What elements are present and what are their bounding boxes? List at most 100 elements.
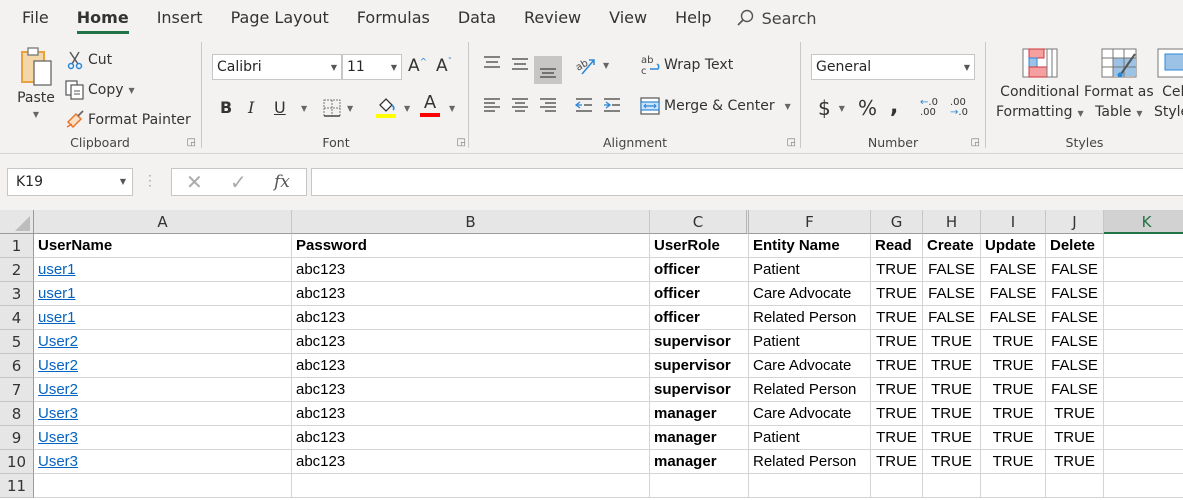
data-cell[interactable]: TRUE xyxy=(871,330,923,354)
header-cell[interactable]: UserRole xyxy=(650,234,749,258)
data-cell[interactable]: officer xyxy=(650,306,749,330)
fill-color-dropdown[interactable]: ▼ xyxy=(399,104,410,113)
font-color-dropdown[interactable]: ▼ xyxy=(444,104,455,113)
column-header-f[interactable]: F xyxy=(749,210,871,234)
data-cell[interactable]: TRUE xyxy=(871,258,923,282)
empty-cell[interactable] xyxy=(1104,402,1183,426)
tab-formulas[interactable]: Formulas xyxy=(343,0,444,36)
username-link-cell[interactable]: User2 xyxy=(34,354,292,378)
data-cell[interactable]: abc123 xyxy=(292,450,650,474)
data-cell[interactable]: FALSE xyxy=(923,282,981,306)
data-cell[interactable]: TRUE xyxy=(1046,402,1104,426)
tab-data[interactable]: Data xyxy=(444,0,510,36)
column-header-c[interactable]: C xyxy=(650,210,749,234)
fill-color-button[interactable] xyxy=(376,96,396,118)
row-header-2[interactable]: 2 xyxy=(0,258,34,282)
empty-cell[interactable] xyxy=(749,474,871,498)
decrease-font-size-button[interactable]: Aˇ xyxy=(436,56,452,76)
tab-help[interactable]: Help xyxy=(661,0,725,36)
data-cell[interactable]: abc123 xyxy=(292,402,650,426)
data-cell[interactable]: TRUE xyxy=(981,402,1046,426)
data-cell[interactable]: TRUE xyxy=(871,402,923,426)
data-cell[interactable]: FALSE xyxy=(1046,282,1104,306)
data-cell[interactable]: abc123 xyxy=(292,306,650,330)
data-cell[interactable]: FALSE xyxy=(1046,354,1104,378)
percent-style-button[interactable]: % xyxy=(858,96,877,120)
row-header-7[interactable]: 7 xyxy=(0,378,34,402)
empty-cell[interactable] xyxy=(1104,378,1183,402)
format-as-table-button[interactable]: Format as Table ▼ xyxy=(1084,48,1154,124)
empty-cell[interactable] xyxy=(292,474,650,498)
search-box[interactable]: Search xyxy=(736,9,817,28)
align-middle-button[interactable] xyxy=(510,54,530,72)
empty-cell[interactable] xyxy=(1104,282,1183,306)
column-header-b[interactable]: B xyxy=(292,210,650,234)
data-cell[interactable]: officer xyxy=(650,258,749,282)
data-cell[interactable]: Patient xyxy=(749,426,871,450)
data-cell[interactable]: Care Advocate xyxy=(749,282,871,306)
font-size-select[interactable]: 11 ▼ xyxy=(342,54,402,80)
empty-cell[interactable] xyxy=(1046,474,1104,498)
data-cell[interactable]: Patient xyxy=(749,258,871,282)
data-cell[interactable]: abc123 xyxy=(292,354,650,378)
merge-center-button[interactable]: Merge & Center ▼ xyxy=(640,96,791,116)
row-header-4[interactable]: 4 xyxy=(0,306,34,330)
header-cell[interactable]: Create xyxy=(923,234,981,258)
data-cell[interactable]: abc123 xyxy=(292,282,650,306)
tab-insert[interactable]: Insert xyxy=(143,0,217,36)
increase-font-size-button[interactable]: A^ xyxy=(408,56,427,76)
increase-indent-button[interactable] xyxy=(602,96,622,114)
tab-review[interactable]: Review xyxy=(510,0,595,36)
data-cell[interactable]: FALSE xyxy=(981,306,1046,330)
data-cell[interactable]: FALSE xyxy=(981,258,1046,282)
tab-home[interactable]: Home xyxy=(63,0,143,36)
select-all-button[interactable] xyxy=(0,210,34,234)
empty-cell[interactable] xyxy=(1104,330,1183,354)
data-cell[interactable]: abc123 xyxy=(292,378,650,402)
header-cell[interactable]: Read xyxy=(871,234,923,258)
username-link-cell[interactable]: User2 xyxy=(34,330,292,354)
header-cell[interactable]: Entity Name xyxy=(749,234,871,258)
decrease-decimal-button[interactable]: .00 →.0 xyxy=(950,98,968,118)
data-cell[interactable]: TRUE xyxy=(871,306,923,330)
data-cell[interactable]: Care Advocate xyxy=(749,402,871,426)
data-cell[interactable]: supervisor xyxy=(650,330,749,354)
format-painter-button[interactable]: Format Painter xyxy=(64,110,191,130)
increase-decimal-button[interactable]: ←.0.00 xyxy=(920,98,938,118)
data-cell[interactable]: TRUE xyxy=(923,426,981,450)
data-cell[interactable]: FALSE xyxy=(923,306,981,330)
empty-cell[interactable] xyxy=(650,474,749,498)
empty-cell[interactable] xyxy=(1104,450,1183,474)
align-right-button[interactable] xyxy=(538,96,558,114)
empty-cell[interactable] xyxy=(34,474,292,498)
borders-button[interactable]: ▼ xyxy=(322,98,353,118)
header-cell[interactable]: Password xyxy=(292,234,650,258)
data-cell[interactable]: TRUE xyxy=(981,426,1046,450)
align-top-button[interactable] xyxy=(482,54,502,72)
conditional-formatting-button[interactable]: Conditional Formatting ▼ xyxy=(996,48,1084,124)
align-center-button[interactable] xyxy=(510,96,530,114)
header-cell[interactable]: UserName xyxy=(34,234,292,258)
data-cell[interactable]: Related Person xyxy=(749,306,871,330)
data-cell[interactable]: Related Person xyxy=(749,378,871,402)
tab-page-layout[interactable]: Page Layout xyxy=(217,0,343,36)
username-link-cell[interactable]: user1 xyxy=(34,306,292,330)
empty-cell[interactable] xyxy=(981,474,1046,498)
insert-function-button[interactable]: fx xyxy=(274,172,290,192)
align-left-button[interactable] xyxy=(482,96,502,114)
cell-styles-button[interactable]: Cell Styles xyxy=(1154,48,1183,122)
decrease-indent-button[interactable] xyxy=(574,96,594,114)
column-header-a[interactable]: A xyxy=(34,210,292,234)
accounting-format-button[interactable]: $ ▼ xyxy=(818,96,845,120)
formula-input[interactable] xyxy=(311,168,1183,196)
column-header-i[interactable]: I xyxy=(981,210,1046,234)
data-cell[interactable]: abc123 xyxy=(292,330,650,354)
bold-button[interactable]: B xyxy=(220,98,232,117)
data-cell[interactable]: TRUE xyxy=(981,330,1046,354)
data-cell[interactable]: FALSE xyxy=(1046,306,1104,330)
cancel-icon[interactable]: ✕ xyxy=(186,170,203,194)
header-cell[interactable]: Update xyxy=(981,234,1046,258)
empty-cell[interactable] xyxy=(923,474,981,498)
data-cell[interactable]: abc123 xyxy=(292,258,650,282)
username-link-cell[interactable]: User3 xyxy=(34,450,292,474)
